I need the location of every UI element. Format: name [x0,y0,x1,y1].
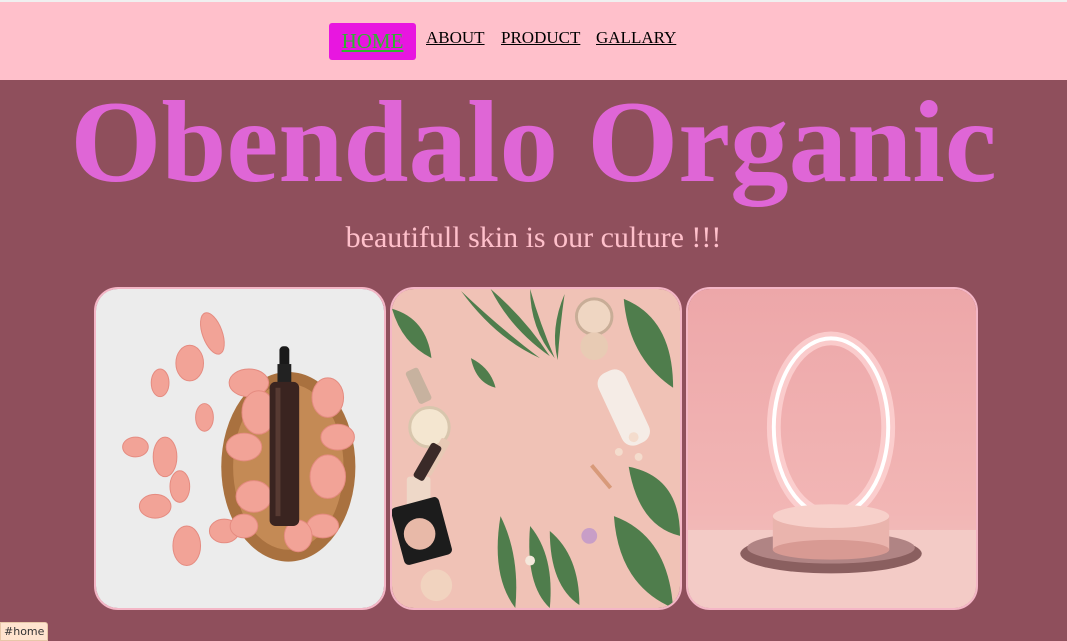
podium-ring-light-image [686,287,978,610]
brand-tagline: beautifull skin is our culture !!! [345,221,722,254]
top-navigation: HOME ABOUT PRODUCT GALLARY [0,0,1067,80]
nav-gallary-link[interactable]: GALLARY [596,28,676,48]
nav-about-link[interactable]: ABOUT [426,28,485,48]
nav-product-link[interactable]: PRODUCT [501,28,580,48]
status-bar-url: #home [0,622,49,641]
rose-petals-serum-image [94,287,386,610]
makeup-flatlay-image [390,287,682,610]
brand-title: Obendalo Organic [70,78,997,207]
nav-home-link[interactable]: HOME [329,23,416,60]
